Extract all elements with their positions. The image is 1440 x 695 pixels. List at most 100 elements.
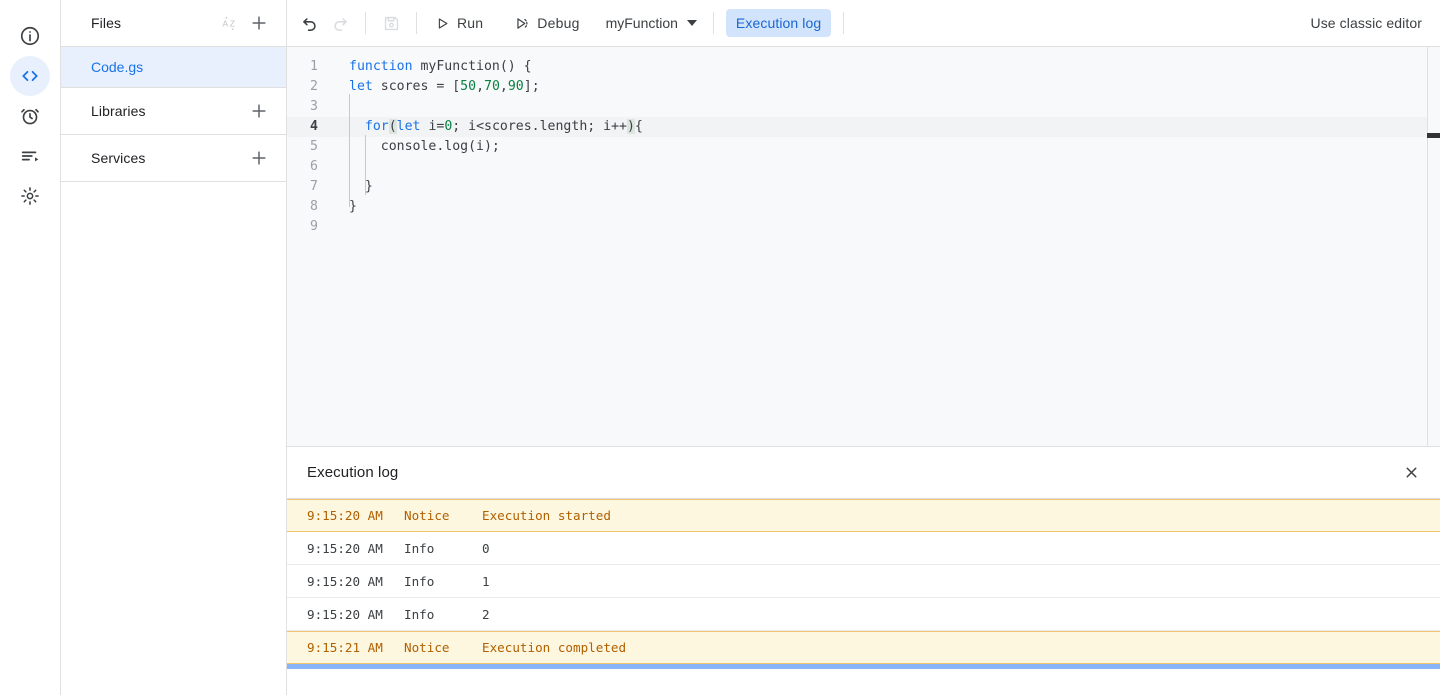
- files-section-header: Files A Z: [61, 0, 286, 47]
- debug-button[interactable]: Debug: [505, 8, 587, 38]
- chevron-down-icon: [686, 20, 697, 26]
- code-token: 90: [507, 79, 524, 94]
- line-number: 5: [310, 139, 318, 154]
- overview-icon[interactable]: [10, 16, 50, 56]
- log-timestamp: 9:15:20 AM: [307, 573, 383, 589]
- code-token: 70: [484, 79, 500, 94]
- code-token: let: [396, 119, 421, 134]
- code-token: console.log(i);: [349, 139, 500, 154]
- execution-log-row[interactable]: 9:15:21 AM Notice Execution completed: [287, 631, 1440, 664]
- code-line[interactable]: 2 let scores = [50,70,90];: [287, 77, 1427, 97]
- code-token: 50: [460, 79, 477, 94]
- run-button[interactable]: Run: [427, 8, 491, 38]
- code-text: for(let i=0; i<scores.length; i++){: [327, 117, 643, 137]
- code-token: function: [349, 59, 413, 74]
- svg-text:A: A: [222, 18, 228, 28]
- ruler-cursor-marker: [1427, 133, 1440, 138]
- play-icon: [435, 16, 450, 31]
- execution-log-row[interactable]: 9:15:20 AM Info 1: [287, 565, 1440, 598]
- log-message: Execution started: [482, 508, 611, 523]
- execution-log-row[interactable]: 9:15:20 AM Notice Execution started: [287, 499, 1440, 532]
- code-token: let: [349, 79, 373, 94]
- execution-log-row[interactable]: 9:15:20 AM Info 2: [287, 598, 1440, 631]
- code-line[interactable]: 5 console.log(i);: [287, 137, 1427, 157]
- log-message: 0: [482, 540, 490, 556]
- log-level: Info: [404, 573, 435, 589]
- close-icon[interactable]: [1396, 458, 1426, 488]
- main-area: Run Debug myFunction Execution log Use c…: [287, 0, 1440, 695]
- redo-icon[interactable]: [325, 8, 355, 38]
- toolbar-divider-1: [365, 12, 366, 34]
- code-line[interactable]: 1 function myFunction() {: [287, 57, 1427, 77]
- add-library-icon[interactable]: [246, 98, 272, 124]
- code-token: scores = [: [372, 79, 461, 94]
- settings-icon[interactable]: [10, 176, 50, 216]
- function-name: myFunction: [605, 15, 678, 31]
- indent-guide: [349, 94, 350, 114]
- services-section-header[interactable]: Services: [61, 135, 286, 182]
- file-item-code-gs[interactable]: Code.gs: [61, 47, 286, 88]
- services-label: Services: [91, 150, 146, 166]
- code-line[interactable]: 7 }: [287, 177, 1427, 197]
- debug-label: Debug: [537, 15, 580, 31]
- code-token: myFunction() {: [412, 59, 532, 74]
- code-token: i=: [420, 119, 445, 134]
- undo-icon[interactable]: [295, 8, 325, 38]
- icon-rail: [0, 0, 61, 695]
- log-level: Notice: [404, 508, 450, 523]
- code-token: ): [626, 119, 635, 134]
- editor-icon[interactable]: [10, 56, 50, 96]
- execution-log-row[interactable]: 9:15:20 AM Info 0: [287, 532, 1440, 565]
- svg-text:Z: Z: [229, 18, 234, 28]
- executions-icon[interactable]: [10, 136, 50, 176]
- code-token: {: [634, 119, 643, 134]
- execution-log-chip[interactable]: Execution log: [725, 9, 832, 37]
- code-line[interactable]: 3: [287, 97, 1427, 117]
- toolbar-divider-2: [416, 12, 417, 34]
- log-timestamp: 9:15:20 AM: [307, 606, 383, 622]
- code-line[interactable]: 6: [287, 157, 1427, 177]
- editor-toolbar: Run Debug myFunction Execution log Use c…: [287, 0, 1440, 47]
- log-level: Notice: [404, 640, 450, 655]
- code-token: }: [349, 179, 373, 194]
- log-message: 2: [482, 606, 490, 622]
- log-timestamp: 9:15:20 AM: [307, 540, 383, 556]
- code-line[interactable]: 4 for(let i=0; i<scores.length; i++){: [287, 117, 1427, 137]
- code-line[interactable]: 9: [287, 217, 1427, 237]
- log-timestamp: 9:15:20 AM: [307, 508, 383, 523]
- use-classic-editor-link[interactable]: Use classic editor: [1306, 15, 1426, 31]
- line-number: 8: [310, 199, 318, 214]
- code-text: let scores = [50,70,90];: [327, 77, 540, 97]
- apps-script-editor: Files A Z Code.gs Libraries Services Run…: [0, 0, 1440, 695]
- log-level: Info: [404, 540, 435, 556]
- line-number: 9: [310, 219, 318, 234]
- overview-ruler[interactable]: [1427, 47, 1440, 446]
- code-editor[interactable]: 1 function myFunction() {2 let scores = [5…: [287, 47, 1427, 446]
- log-timestamp: 9:15:21 AM: [307, 640, 383, 655]
- line-number: 6: [310, 159, 318, 174]
- log-message: 1: [482, 573, 490, 589]
- code-text: }: [327, 197, 357, 217]
- indent-guide: [349, 114, 350, 207]
- save-icon[interactable]: [376, 8, 406, 38]
- libraries-label: Libraries: [91, 103, 146, 119]
- code-text: function myFunction() {: [327, 57, 532, 77]
- execution-log-title: Execution log: [307, 464, 399, 481]
- code-line[interactable]: 8}: [287, 197, 1427, 217]
- add-service-icon[interactable]: [246, 145, 272, 171]
- function-selector[interactable]: myFunction: [596, 8, 703, 38]
- debug-icon: [513, 15, 530, 32]
- code-token: (: [388, 119, 397, 134]
- line-number: 1: [310, 59, 318, 74]
- libraries-section-header[interactable]: Libraries: [61, 88, 286, 135]
- line-number: 3: [310, 99, 318, 114]
- line-number: 4: [310, 119, 318, 134]
- sort-az-icon[interactable]: A Z: [216, 10, 242, 36]
- line-number: 2: [310, 79, 318, 94]
- add-file-icon[interactable]: [246, 10, 272, 36]
- code-token: ,: [499, 79, 508, 94]
- triggers-icon[interactable]: [10, 96, 50, 136]
